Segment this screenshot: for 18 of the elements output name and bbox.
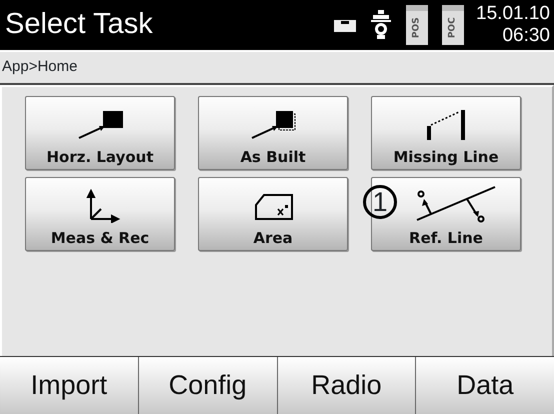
level-bubble-icon xyxy=(334,20,356,32)
date: 15.01.10 xyxy=(476,3,550,25)
softkey-button[interactable]: Data xyxy=(416,357,554,414)
battery-indicator: POS xyxy=(406,5,428,45)
prism-icon xyxy=(370,10,392,40)
breadcrumb: App>Home xyxy=(2,58,78,75)
time: 06:30 xyxy=(501,25,550,47)
task-button[interactable]: Horz. Layout xyxy=(25,96,175,170)
task-button[interactable]: Meas & Rec xyxy=(25,177,175,251)
screen-title: Select Task xyxy=(5,7,154,42)
task-button[interactable]: As Built xyxy=(198,96,348,170)
softkey-button[interactable]: Radio xyxy=(278,357,416,414)
softkey-button[interactable]: Config xyxy=(138,357,278,414)
battery-indicator: POC xyxy=(442,5,464,45)
callout-number: 1 xyxy=(363,185,397,219)
task-button[interactable]: Missing Line xyxy=(371,96,521,170)
task-button[interactable]: Area xyxy=(198,177,348,251)
softkey-button[interactable]: Import xyxy=(0,357,139,414)
